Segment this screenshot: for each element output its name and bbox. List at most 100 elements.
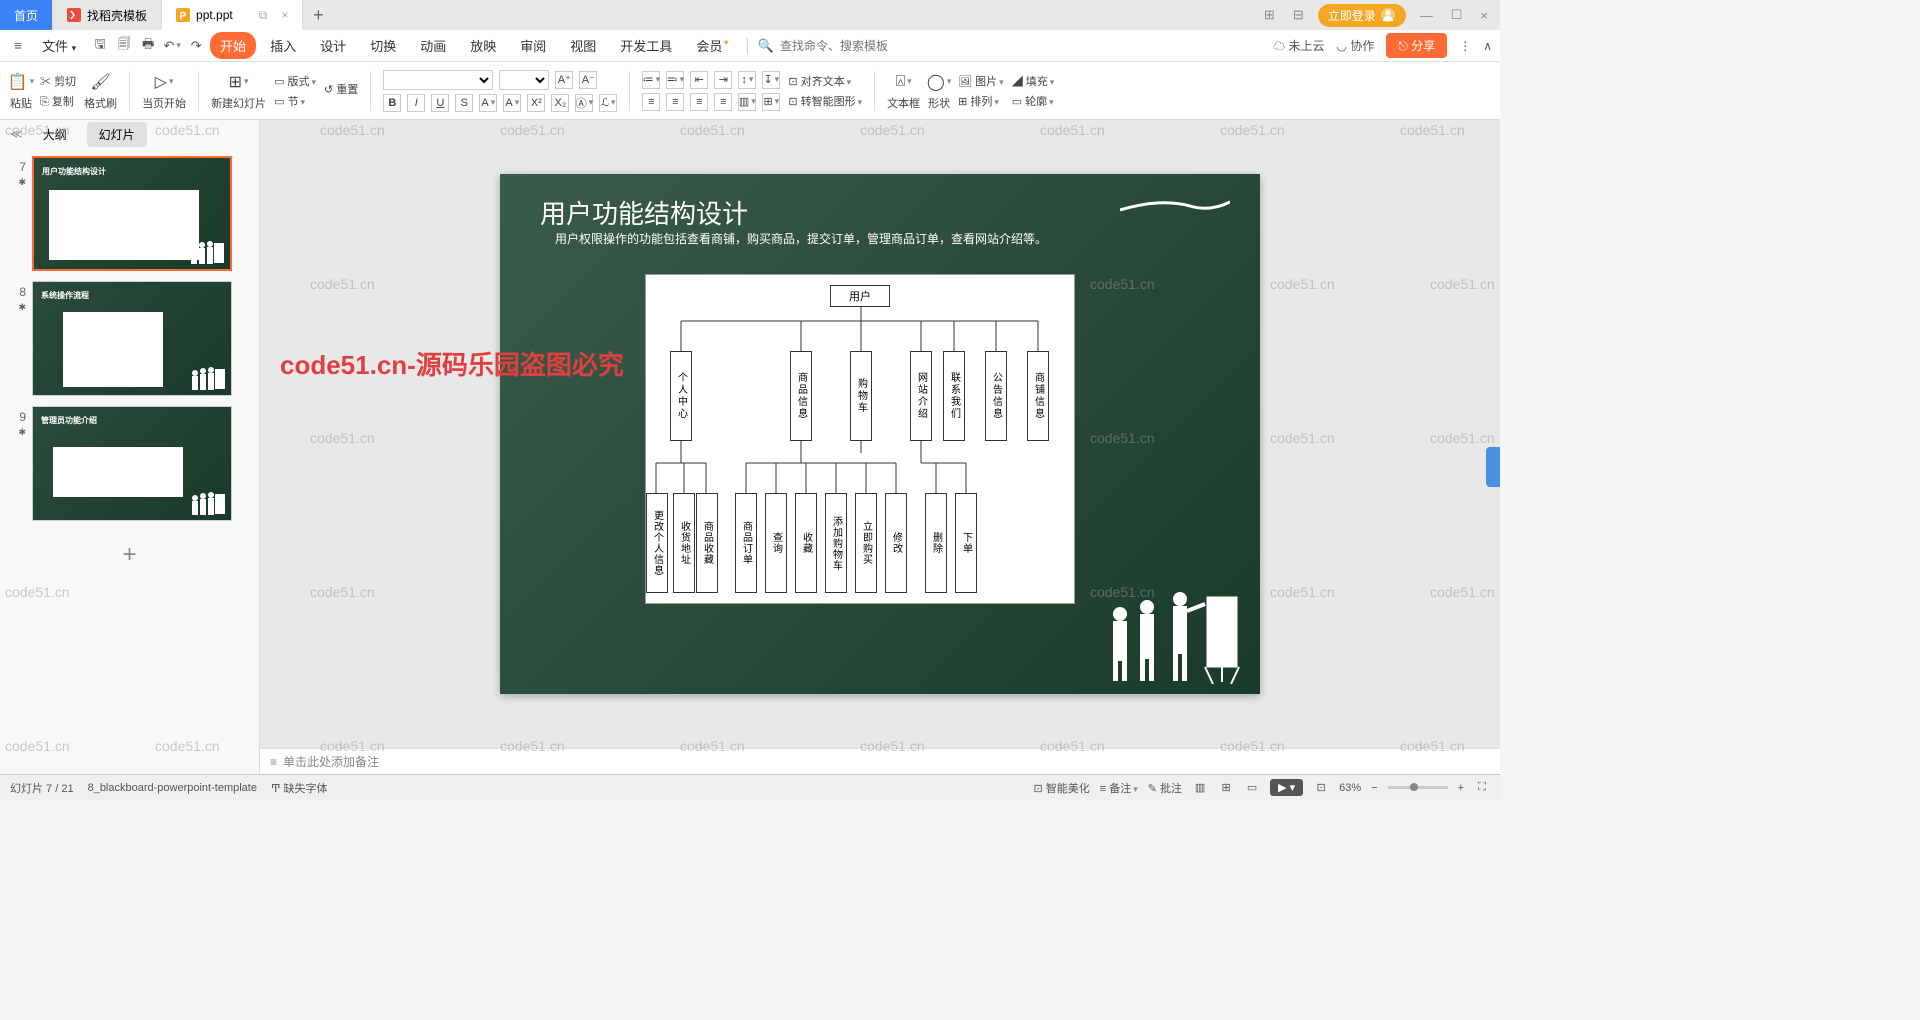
search-input[interactable] — [780, 39, 910, 53]
clear-format-icon[interactable]: ℒ — [599, 94, 617, 112]
outline-button[interactable]: ▭ 轮廓 — [1012, 93, 1055, 109]
layout-icon[interactable]: ⊞ — [1260, 7, 1279, 23]
font-select[interactable] — [383, 70, 493, 90]
section-button[interactable]: ▭ 节 — [274, 93, 316, 109]
undo-icon[interactable]: ↶ — [162, 36, 182, 56]
tab-close-icon[interactable]: × — [281, 8, 288, 22]
bullets-icon[interactable]: ≔ — [642, 71, 660, 89]
superscript-icon[interactable]: X² — [527, 94, 545, 112]
view-reading-icon[interactable]: ▭ — [1244, 780, 1260, 796]
search-icon[interactable]: 🔍 — [756, 36, 776, 56]
slides-tab[interactable]: 幻灯片 — [87, 122, 147, 147]
menu-insert[interactable]: 插入 — [260, 32, 306, 59]
menu-start[interactable]: 开始 — [210, 32, 256, 59]
cut-button[interactable]: ✂ 剪切 — [40, 73, 76, 89]
columns-icon[interactable]: ▥ — [738, 93, 756, 111]
distribute-icon[interactable]: ⊞ — [762, 93, 780, 111]
view-sorter-icon[interactable]: ⊞ — [1218, 780, 1234, 796]
paste-icon[interactable]: 📋 — [10, 71, 32, 93]
text-effects-icon[interactable]: Ⓐ — [575, 94, 593, 112]
align-text-button[interactable]: ⊡ 对齐文本 — [788, 73, 862, 89]
strike-icon[interactable]: S — [455, 94, 473, 112]
export-icon[interactable]: 🗐 — [114, 36, 134, 56]
indent-inc-icon[interactable]: ⇥ — [714, 71, 732, 89]
hamburger-icon[interactable]: ≡ — [8, 36, 28, 56]
collapse-ribbon-icon[interactable]: ∧ — [1483, 39, 1492, 53]
fontcolor-icon[interactable]: A — [479, 94, 497, 112]
menu-review[interactable]: 审阅 — [510, 32, 556, 59]
align-left-icon[interactable]: ≡ — [642, 93, 660, 111]
fontsize-select[interactable] — [499, 70, 549, 90]
zoom-slider[interactable] — [1388, 786, 1448, 789]
menu-file[interactable]: 文件 ▾ — [32, 32, 86, 59]
menu-member[interactable]: 会员✦ — [686, 32, 740, 59]
share-button[interactable]: ⎋ 分享 — [1386, 33, 1447, 58]
thumbnail-8[interactable]: 系统操作流程 — [32, 281, 232, 396]
fit-icon[interactable]: ⊡ — [1313, 780, 1329, 796]
image-button[interactable]: 🖼 图片 — [958, 73, 1004, 89]
close-icon[interactable]: × — [1476, 8, 1492, 23]
org-diagram: 用户 个人中心商品信息购物车网站介绍联系我们公告信息商铺信息更改个人信息收货地址… — [645, 274, 1075, 604]
zoom-out-icon[interactable]: − — [1371, 782, 1377, 794]
subscript-icon[interactable]: X₂ — [551, 94, 569, 112]
print-icon[interactable]: 🖶 — [138, 36, 158, 56]
menu-view[interactable]: 视图 — [560, 32, 606, 59]
bold-icon[interactable]: B — [383, 94, 401, 112]
menu-overflow-icon[interactable]: ⋮ — [1459, 39, 1471, 53]
maximize-icon[interactable]: ☐ — [1447, 7, 1467, 23]
format-painter-icon[interactable]: 🖌 — [90, 71, 112, 93]
login-button[interactable]: 立即登录 — [1318, 4, 1406, 27]
tab-popup-icon[interactable]: ⧉ — [259, 8, 268, 23]
view-normal-icon[interactable]: ▥ — [1192, 780, 1208, 796]
indent-dec-icon[interactable]: ⇤ — [690, 71, 708, 89]
add-slide-button[interactable]: + — [8, 531, 251, 579]
save-icon[interactable]: 🖫 — [90, 36, 110, 56]
copy-button[interactable]: ⎘ 复制 — [40, 93, 76, 109]
increase-font-icon[interactable]: A⁺ — [555, 71, 573, 89]
zoom-level[interactable]: 63% — [1339, 782, 1361, 794]
arrange-button[interactable]: ⊞ 排列 — [958, 93, 1004, 109]
play-button[interactable]: ▶ ▾ — [1270, 779, 1303, 796]
align-right-icon[interactable]: ≡ — [690, 93, 708, 111]
menu-design[interactable]: 设计 — [310, 32, 356, 59]
menu-transition[interactable]: 切换 — [360, 32, 406, 59]
play-from-here-icon[interactable]: ▷ — [153, 71, 175, 93]
tab-add-button[interactable]: + — [303, 5, 333, 26]
tab-home[interactable]: 首页 — [0, 0, 53, 30]
apps-icon[interactable]: ⊟ — [1289, 7, 1308, 23]
cloud-status[interactable]: ☁ 未上云 — [1273, 37, 1324, 54]
fill-button[interactable]: ◢ 填充 — [1012, 73, 1055, 89]
collab-button[interactable]: ◡ 协作 — [1337, 37, 1375, 54]
minimize-icon[interactable]: — — [1416, 8, 1437, 23]
menu-slideshow[interactable]: 放映 — [460, 32, 506, 59]
align-justify-icon[interactable]: ≡ — [714, 93, 732, 111]
comments-toggle[interactable]: ✎ 批注 — [1148, 780, 1182, 796]
notes-toggle[interactable]: ≡ 备注 — [1100, 780, 1138, 796]
tab-file[interactable]: Pppt.ppt⧉× — [162, 0, 303, 30]
side-toggle[interactable] — [1486, 447, 1500, 487]
numbering-icon[interactable]: ≕ — [666, 71, 684, 89]
thumbnail-9[interactable]: 管理员功能介绍 — [32, 406, 232, 521]
align-center-icon[interactable]: ≡ — [666, 93, 684, 111]
redo-icon[interactable]: ↷ — [186, 36, 206, 56]
italic-icon[interactable]: I — [407, 94, 425, 112]
smart-beautify[interactable]: ⊡ 智能美化 — [1033, 780, 1089, 796]
highlight-icon[interactable]: A — [503, 94, 521, 112]
line-spacing-icon[interactable]: ↕ — [738, 71, 756, 89]
smartart-button[interactable]: ⊡ 转智能图形 — [788, 93, 862, 109]
underline-icon[interactable]: U — [431, 94, 449, 112]
layout-button[interactable]: ▭ 版式 — [274, 73, 316, 89]
tab-template[interactable]: 找稻壳模板 — [53, 0, 162, 30]
new-slide-icon[interactable]: ⊞ — [228, 71, 250, 93]
fullscreen-icon[interactable]: ⛶ — [1474, 780, 1490, 796]
menu-devtools[interactable]: 开发工具 — [610, 32, 682, 59]
thumbnail-7[interactable]: 用户功能结构设计 — [32, 156, 232, 271]
shape-icon[interactable]: ◯ — [928, 71, 950, 93]
textbox-icon[interactable]: ⍓ — [893, 71, 915, 93]
missing-font[interactable]: Ͳ 缺失字体 — [271, 780, 328, 796]
zoom-in-icon[interactable]: + — [1458, 782, 1464, 794]
decrease-font-icon[interactable]: A⁻ — [579, 71, 597, 89]
reset-button[interactable]: ↺ 重置 — [324, 81, 358, 97]
menu-animation[interactable]: 动画 — [410, 32, 456, 59]
text-direction-icon[interactable]: ↧ — [762, 71, 780, 89]
